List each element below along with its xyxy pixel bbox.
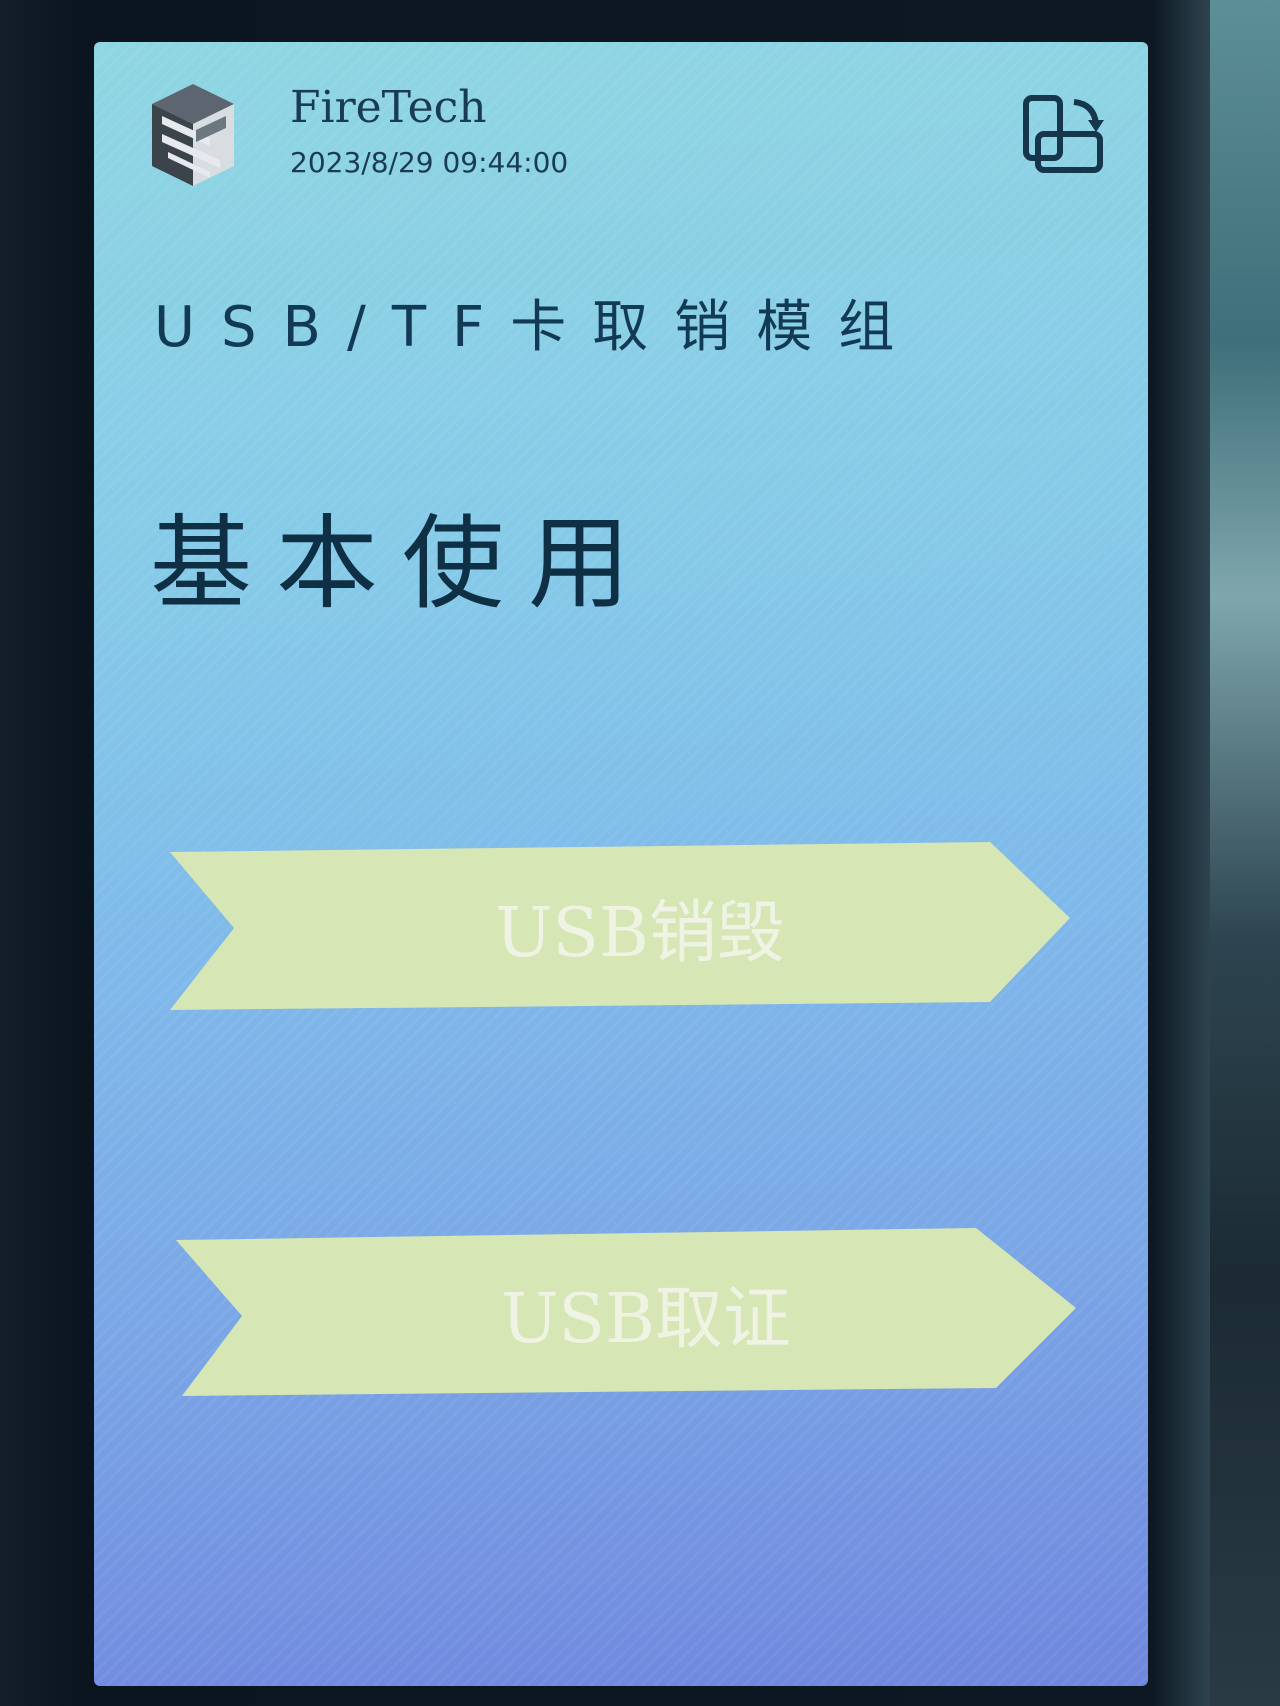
page-title: 基本使用 (150, 505, 654, 624)
usb-forensics-label: USB取证 (501, 1279, 791, 1359)
brand-name: FireTech (290, 82, 487, 133)
device-screen: FireTech 2023/8/29 09:44:00 USB/TF卡取销模组 … (94, 42, 1148, 1686)
usb-forensics-button[interactable]: USB取证 (176, 1228, 1076, 1396)
usb-destroy-label: USB销毁 (495, 893, 785, 973)
device-frame: FireTech 2023/8/29 09:44:00 USB/TF卡取销模组 … (0, 0, 1280, 1706)
datetime-display: 2023/8/29 09:44:00 (290, 146, 569, 179)
cube-s-logo-icon (148, 80, 238, 190)
screen-rotate-button[interactable] (1018, 90, 1108, 180)
usb-destroy-button[interactable]: USB销毁 (170, 842, 1070, 1010)
background-scene (1210, 0, 1280, 1706)
screen-rotate-icon (1023, 95, 1104, 173)
module-subtitle: USB/TF卡取销模组 (154, 295, 921, 360)
